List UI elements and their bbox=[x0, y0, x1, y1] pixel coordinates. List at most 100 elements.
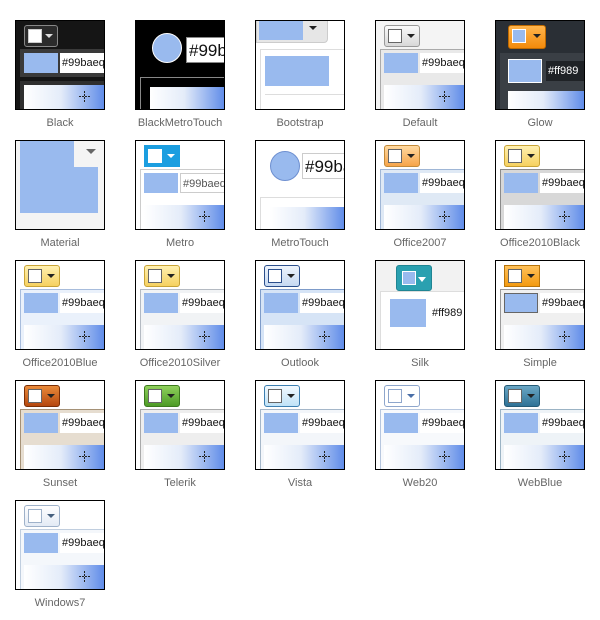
gradient-area[interactable] bbox=[144, 325, 224, 349]
gradient-area[interactable] bbox=[270, 207, 344, 229]
color-picker-button[interactable] bbox=[384, 145, 420, 167]
color-picker-button[interactable] bbox=[24, 385, 60, 407]
hex-input[interactable]: #ff989 bbox=[546, 61, 584, 81]
gradient-area[interactable] bbox=[504, 205, 584, 229]
hex-input[interactable]: #99baeq bbox=[540, 413, 584, 433]
gradient-area[interactable] bbox=[144, 205, 224, 229]
gradient-area[interactable] bbox=[24, 445, 104, 469]
color-picker-button[interactable] bbox=[264, 265, 300, 287]
skin-preview[interactable]: #99baeq bbox=[495, 260, 585, 350]
color-picker-button[interactable] bbox=[396, 265, 432, 291]
color-picker-button[interactable] bbox=[144, 145, 180, 167]
skin-preview[interactable]: #99baeq bbox=[375, 140, 465, 230]
hex-input[interactable]: #99baeq bbox=[540, 173, 584, 193]
hex-input[interactable]: #99baeq bbox=[420, 173, 464, 193]
skin-preview[interactable]: #99baeq bbox=[15, 380, 105, 470]
color-picker-button[interactable] bbox=[504, 145, 540, 167]
skin-preview[interactable]: #99baeq bbox=[495, 380, 585, 470]
color-picker-button[interactable] bbox=[24, 265, 60, 287]
skin-preview[interactable]: #99baeq bbox=[135, 260, 225, 350]
skin-cell-web20[interactable]: #99baeq Web20 bbox=[360, 380, 470, 498]
color-picker-button[interactable] bbox=[24, 505, 60, 527]
skin-cell-blackmetrotouch[interactable]: #99baeq BlackMetroTouch bbox=[120, 20, 230, 138]
hex-input[interactable]: #99baeq bbox=[60, 413, 104, 433]
gradient-area[interactable] bbox=[504, 325, 584, 349]
skin-preview[interactable]: #99baeq bbox=[255, 380, 345, 470]
skin-cell-material[interactable]: Material bbox=[0, 140, 110, 258]
skin-preview[interactable]: #99baeq bbox=[135, 140, 225, 230]
hex-input[interactable]: #99baeq bbox=[60, 293, 104, 313]
skin-preview[interactable]: #ff989 bbox=[375, 260, 465, 350]
color-picker-button[interactable] bbox=[144, 265, 180, 287]
skin-preview[interactable]: #99baeq bbox=[375, 380, 465, 470]
skin-cell-office2010blue[interactable]: #99baeq Office2010Blue bbox=[0, 260, 110, 378]
hex-input[interactable]: #99baeq bbox=[180, 173, 224, 193]
skin-preview[interactable]: #99baeq bbox=[135, 380, 225, 470]
color-picker-button[interactable] bbox=[264, 385, 300, 407]
gradient-area[interactable] bbox=[384, 445, 464, 469]
color-picker-button[interactable] bbox=[24, 25, 58, 47]
gradient-area[interactable] bbox=[24, 325, 104, 349]
skin-cell-sunset[interactable]: #99baeq Sunset bbox=[0, 380, 110, 498]
skin-cell-metrotouch[interactable]: #99baeq MetroTouch bbox=[240, 140, 350, 258]
color-picker-button[interactable] bbox=[256, 21, 328, 43]
color-picker-button[interactable] bbox=[504, 385, 540, 407]
hex-input[interactable]: #99baeq bbox=[540, 293, 584, 313]
skin-preview[interactable] bbox=[255, 20, 345, 110]
skin-cell-silk[interactable]: #ff989 Silk bbox=[360, 260, 470, 378]
gradient-area[interactable] bbox=[24, 85, 104, 109]
skin-preview[interactable]: #99baeq bbox=[15, 500, 105, 590]
skin-cell-windows7[interactable]: #99baeq Windows7 bbox=[0, 500, 110, 618]
skin-label: Office2010Blue bbox=[22, 357, 98, 369]
skin-cell-simple[interactable]: #99baeq Simple bbox=[480, 260, 590, 378]
skin-cell-metro[interactable]: #99baeq Metro bbox=[120, 140, 230, 258]
skin-preview[interactable]: #ff989 bbox=[495, 20, 585, 110]
hex-input[interactable]: #99baeq bbox=[186, 37, 224, 63]
hex-input[interactable]: #99baeq bbox=[60, 53, 104, 73]
color-picker-button[interactable] bbox=[504, 265, 540, 287]
skin-preview[interactable] bbox=[15, 140, 105, 230]
gradient-area[interactable] bbox=[384, 85, 464, 109]
hex-input[interactable]: #99baeq bbox=[180, 293, 224, 313]
color-picker-button[interactable] bbox=[384, 385, 420, 407]
skin-cell-webblue[interactable]: #99baeq WebBlue bbox=[480, 380, 590, 498]
skin-cell-bootstrap[interactable]: Bootstrap bbox=[240, 20, 350, 138]
skin-preview[interactable]: #99baeq bbox=[375, 20, 465, 110]
hex-input[interactable]: #99baeq bbox=[300, 413, 344, 433]
skin-cell-vista[interactable]: #99baeq Vista bbox=[240, 380, 350, 498]
hex-input[interactable]: #ff989 bbox=[430, 303, 464, 323]
skin-label: Sunset bbox=[42, 477, 78, 489]
skin-cell-outlook[interactable]: #99baeq Outlook bbox=[240, 260, 350, 378]
gradient-area[interactable] bbox=[508, 91, 584, 109]
hex-input[interactable]: #99baeq bbox=[420, 413, 464, 433]
skin-cell-glow[interactable]: #ff989 Glow bbox=[480, 20, 590, 138]
skin-cell-office2010silver[interactable]: #99baeq Office2010Silver bbox=[120, 260, 230, 378]
gradient-area[interactable] bbox=[264, 445, 344, 469]
skin-cell-office2010black[interactable]: #99baeq Office2010Black bbox=[480, 140, 590, 258]
color-picker-button[interactable] bbox=[144, 385, 180, 407]
color-picker-button[interactable] bbox=[384, 25, 420, 47]
skin-preview[interactable]: #99baeq bbox=[255, 260, 345, 350]
gradient-area[interactable] bbox=[144, 445, 224, 469]
color-picker-button[interactable] bbox=[508, 25, 546, 49]
skin-preview[interactable]: #99baeq bbox=[15, 20, 105, 110]
skin-cell-default[interactable]: #99baeq Default bbox=[360, 20, 470, 138]
skin-preview[interactable]: #99baeq bbox=[135, 20, 225, 110]
gradient-area[interactable] bbox=[150, 87, 224, 109]
hex-input[interactable]: #99baeq bbox=[300, 293, 344, 313]
hex-input[interactable]: #99baeq bbox=[420, 53, 464, 73]
skin-preview[interactable]: #99baeq bbox=[255, 140, 345, 230]
skin-cell-black[interactable]: #99baeq Black bbox=[0, 20, 110, 138]
hex-input[interactable]: #99baeq bbox=[60, 533, 104, 553]
skin-label: Black bbox=[46, 117, 74, 129]
skin-preview[interactable]: #99baeq bbox=[15, 260, 105, 350]
gradient-area[interactable] bbox=[504, 445, 584, 469]
skin-preview[interactable]: #99baeq bbox=[495, 140, 585, 230]
gradient-area[interactable] bbox=[384, 205, 464, 229]
skin-cell-office2007[interactable]: #99baeq Office2007 bbox=[360, 140, 470, 258]
hex-input[interactable]: #99baeq bbox=[302, 153, 344, 179]
gradient-area[interactable] bbox=[24, 565, 104, 589]
gradient-area[interactable] bbox=[264, 325, 344, 349]
hex-input[interactable]: #99baeq bbox=[180, 413, 224, 433]
skin-cell-telerik[interactable]: #99baeq Telerik bbox=[120, 380, 230, 498]
